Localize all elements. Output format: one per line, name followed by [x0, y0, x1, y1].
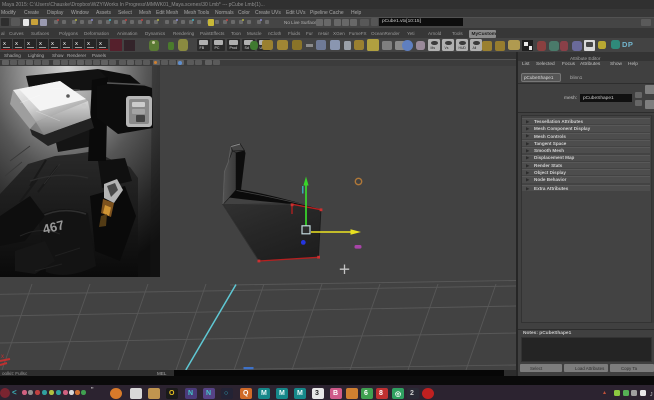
- svg-text:x: x: [1, 354, 4, 360]
